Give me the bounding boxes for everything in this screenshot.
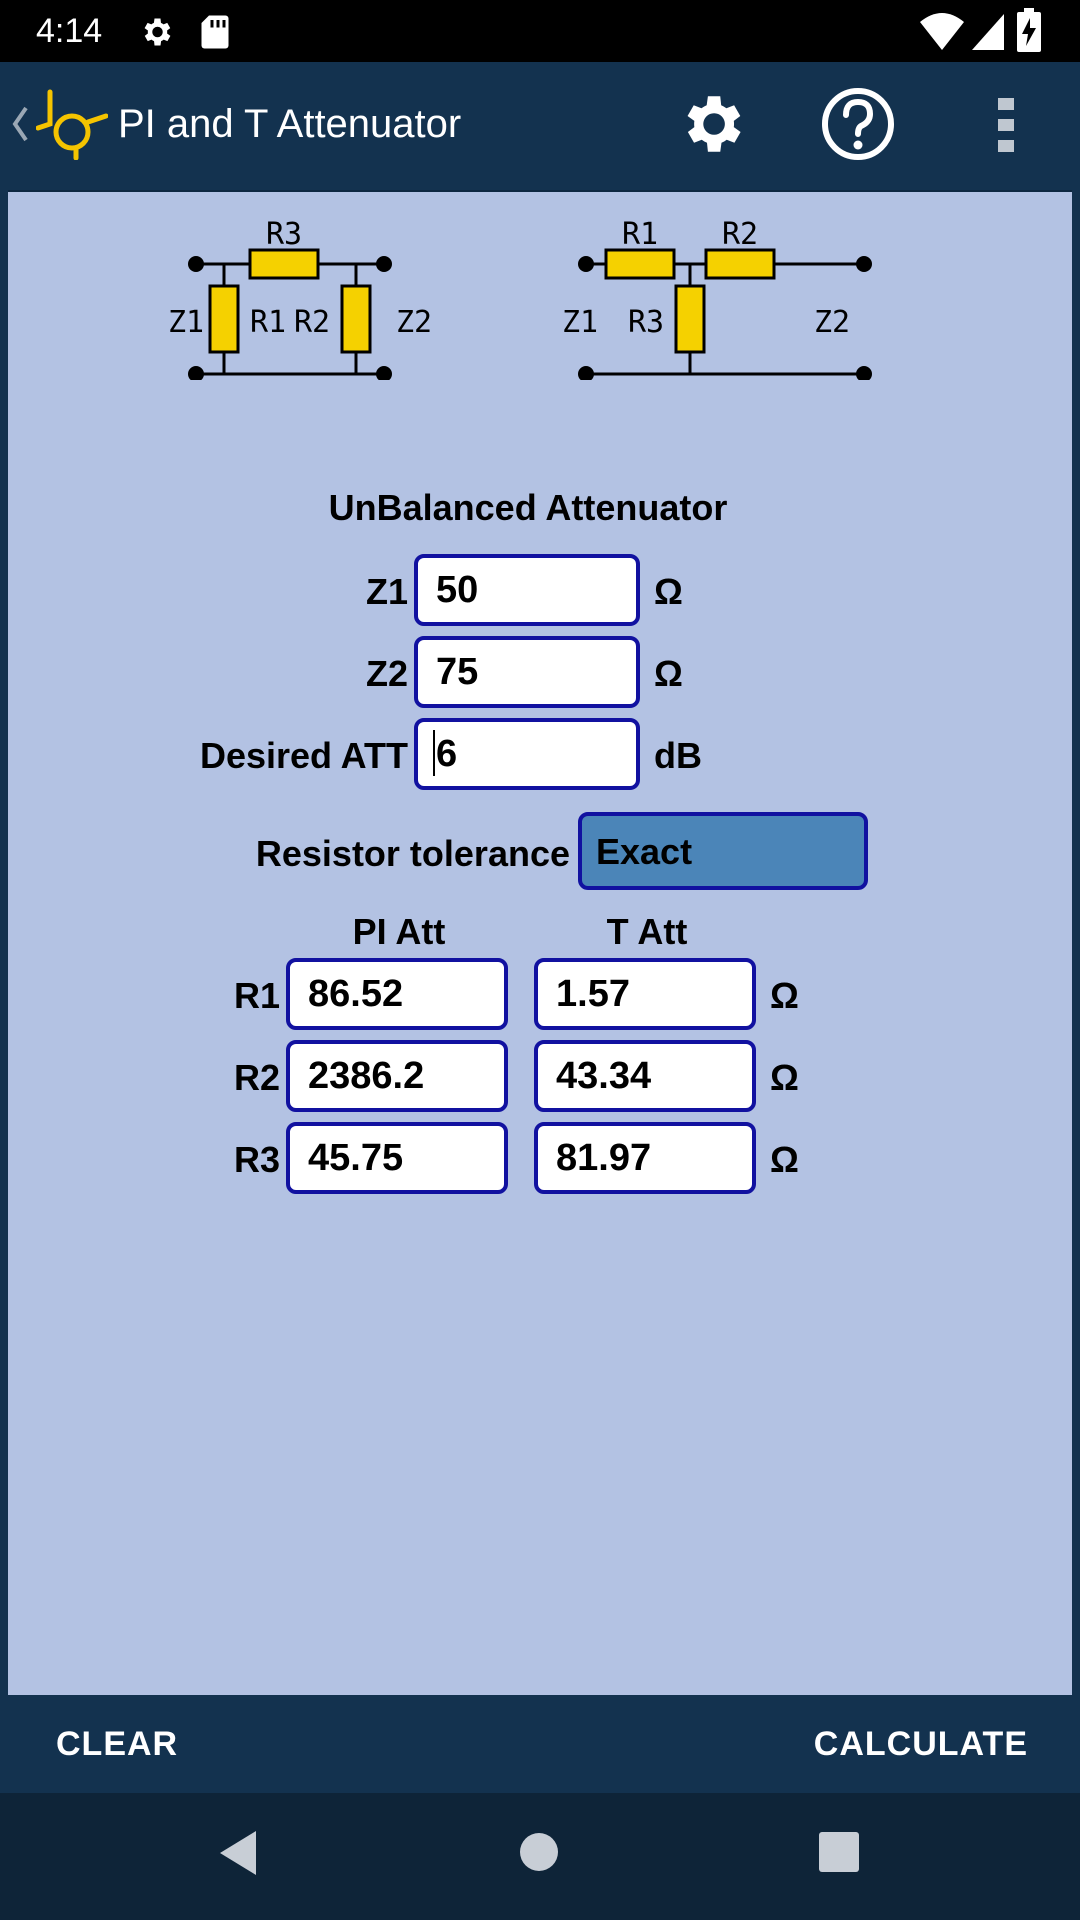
overflow-menu-icon[interactable] [992,96,1020,154]
t-resistor-r3 [674,284,706,354]
back-chevron-icon[interactable] [10,104,30,144]
t-resistor-r1 [604,248,676,280]
pi-label-z1: Z1 [168,305,204,340]
result-row-r1-label: R1 [233,975,280,1016]
calculate-button[interactable]: CALCULATE [814,1721,1028,1767]
nav-home-icon[interactable] [518,1831,560,1873]
settings-icon[interactable] [674,87,748,161]
t-r1-output[interactable] [534,958,756,1030]
result-row-r3-unit: Ω [770,1139,799,1180]
t-label-z2: Z2 [814,305,850,340]
wifi-icon [920,13,964,50]
nav-back-icon[interactable] [216,1829,260,1877]
pi-label-r2: R2 [294,305,330,340]
t-label-z1: Z1 [564,305,598,340]
pi-label-r3: R3 [266,220,302,252]
result-row-r2-label: R2 [233,1057,280,1098]
pi-r2-output[interactable] [286,1040,508,1112]
pi-att-header: PI Att [352,911,446,952]
text-cursor [433,730,435,776]
battery-charging-icon [1017,8,1041,52]
z2-unit: Ω [654,653,683,694]
sd-card-icon [201,15,229,49]
z2-label: Z2 [365,653,408,694]
help-icon[interactable] [820,86,896,162]
system-nav-bar [0,1793,1080,1920]
desired-att-label: Desired ATT [199,735,408,776]
t-label-r3: R3 [628,305,664,340]
status-bar: 4:14 [0,0,1080,62]
pi-resistor-r1 [208,284,240,354]
t-r3-output[interactable] [534,1122,756,1194]
signal-icon [972,14,1004,50]
resistor-tolerance-value: Exact [596,831,693,872]
pi-label-r1: R1 [250,305,286,340]
pi-resistor-r3 [248,248,320,280]
t-r2-output[interactable] [534,1040,756,1112]
z1-unit: Ω [654,571,683,612]
nav-recents-icon[interactable] [818,1831,860,1873]
resistor-tolerance-select[interactable]: Exact [578,812,868,890]
result-row-r3-label: R3 [233,1139,280,1180]
t-att-header: T Att [606,911,688,952]
desired-att-input[interactable] [414,718,640,790]
result-row-r1-unit: Ω [770,975,799,1016]
t-label-r1: R1 [622,220,658,252]
settings-gear-icon [144,18,171,46]
z2-input[interactable] [414,636,640,708]
z1-label: Z1 [365,571,408,612]
pi-r3-output[interactable] [286,1122,508,1194]
status-time: 4:14 [36,12,103,50]
clear-button[interactable]: CLEAR [56,1721,178,1767]
result-row-r2-unit: Ω [770,1057,799,1098]
pi-r1-output[interactable] [286,958,508,1030]
pi-resistor-r2 [340,284,372,354]
z1-input[interactable] [414,554,640,626]
resistor-tolerance-label: Resistor tolerance [255,833,570,874]
t-attenuator-diagram: R1 R2 Z1 R3 Z2 [564,220,872,380]
bottom-action-bar: CLEAR CALCULATE [0,1695,1080,1793]
t-resistor-r2 [704,248,776,280]
app-title: PI and T Attenuator [118,102,462,146]
app-logo-icon [36,89,108,160]
pi-label-z2: Z2 [396,305,432,340]
desired-att-unit: dB [654,735,702,776]
pi-attenuator-diagram: R3 Z1 R1 R2 Z2 [168,220,432,380]
attenuator-heading: UnBalanced Attenuator [328,487,728,528]
app-bar: PI and T Attenuator [0,62,1080,186]
t-label-r2: R2 [722,220,758,252]
content-panel: R3 Z1 R1 R2 Z2 R1 R2 Z1 R3 Z2 UnBalanced… [8,190,1072,1695]
